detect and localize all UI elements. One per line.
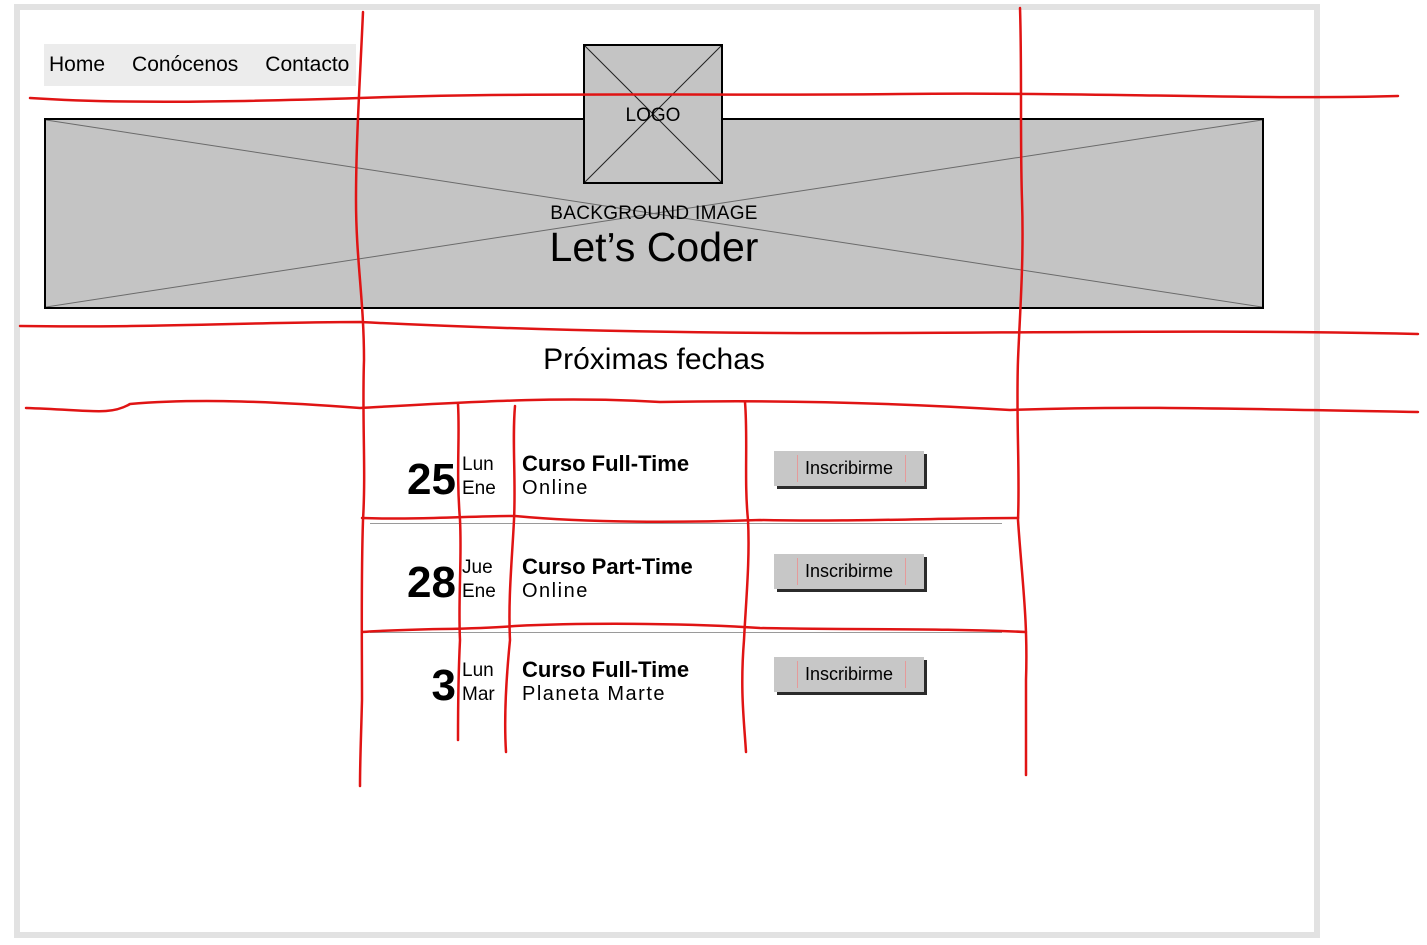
event-month: Mar — [462, 684, 495, 705]
event-row: 3 Lun Mar Curso Full-Time Planeta Marte … — [362, 657, 1022, 731]
event-month: Ene — [462, 581, 496, 602]
event-course: Curso Full-Time — [522, 657, 690, 682]
button-guide-mark — [797, 661, 798, 688]
button-guide-mark — [905, 455, 906, 482]
enroll-button[interactable]: Inscribirme — [774, 554, 924, 589]
event-location: Online — [522, 477, 589, 499]
enroll-button[interactable]: Inscribirme — [774, 657, 924, 692]
event-location: Online — [522, 580, 589, 602]
section-title: Próximas fechas — [543, 343, 765, 376]
button-guide-mark — [905, 558, 906, 585]
event-row: 28 Jue Ene Curso Part-Time Online Inscri… — [362, 554, 1022, 628]
event-weekday: Lun — [462, 660, 494, 681]
enroll-button-label: Inscribirme — [804, 664, 893, 684]
event-month: Ene — [462, 478, 496, 499]
event-day: 3 — [431, 661, 456, 710]
logo[interactable]: LOGO — [583, 44, 723, 184]
event-day: 25 — [407, 455, 456, 504]
hero-background-label: BACKGROUND IMAGE — [550, 203, 758, 224]
event-day: 28 — [407, 558, 456, 607]
enroll-button[interactable]: Inscribirme — [774, 451, 924, 486]
event-row: 25 Lun Ene Curso Full-Time Online Inscri… — [362, 451, 1022, 525]
hero-title: Let’s Coder — [549, 224, 759, 270]
main-nav: Home Conócenos Contacto — [44, 44, 356, 86]
event-divider — [370, 523, 1002, 524]
event-weekday: Jue — [462, 557, 493, 578]
button-guide-mark — [797, 558, 798, 585]
event-location: Planeta Marte — [522, 683, 667, 705]
event-weekday: Lun — [462, 454, 494, 475]
enroll-button-label: Inscribirme — [804, 458, 893, 478]
event-course: Curso Full-Time — [522, 451, 690, 476]
event-course: Curso Part-Time — [522, 554, 693, 579]
button-guide-mark — [905, 661, 906, 688]
nav-contact-link[interactable]: Contacto — [265, 53, 349, 77]
button-guide-mark — [797, 455, 798, 482]
enroll-button-label: Inscribirme — [804, 561, 893, 581]
nav-about-link[interactable]: Conócenos — [132, 53, 238, 77]
event-divider — [370, 632, 1002, 633]
nav-home-link[interactable]: Home — [49, 53, 105, 77]
logo-label: LOGO — [625, 105, 681, 126]
